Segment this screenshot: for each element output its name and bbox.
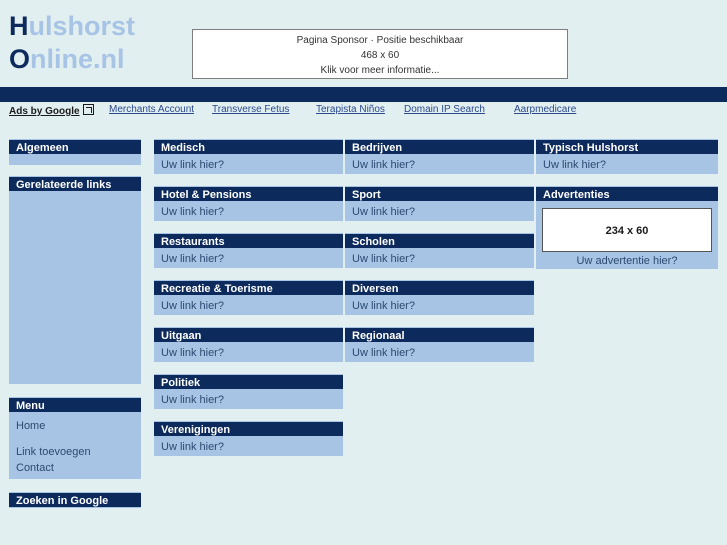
- category-heading-regionaal: Regionaal: [345, 327, 534, 343]
- placeholder-link-politiek[interactable]: Uw link hier?: [161, 393, 343, 408]
- sidebar-heading-menu: Menu: [9, 397, 141, 413]
- category-block-hotel-pensions: Hotel & Pensions Uw link hier?: [154, 186, 343, 221]
- site-logo[interactable]: Hulshorst Online.nl: [9, 10, 135, 76]
- category-block-recreatie-toerisme: Recreatie & Toerisme Uw link hier?: [154, 280, 343, 315]
- category-heading-medisch: Medisch: [154, 139, 343, 155]
- category-block-scholen: Scholen Uw link hier?: [345, 233, 534, 268]
- sidebar-section-gerelateerde-links: Gerelateerde links: [9, 176, 141, 384]
- category-heading-restaurants: Restaurants: [154, 233, 343, 249]
- category-body-restaurants: Uw link hier?: [154, 249, 343, 268]
- category-body-hotel-pensions: Uw link hier?: [154, 202, 343, 221]
- category-heading-verenigingen: Verenigingen: [154, 421, 343, 437]
- category-heading-typisch-hulshorst: Typisch Hulshorst: [536, 139, 718, 155]
- placeholder-link-verenigingen[interactable]: Uw link hier?: [161, 440, 343, 455]
- category-body-bedrijven: Uw link hier?: [345, 155, 534, 174]
- ad-link-aarpmedicare[interactable]: Aarpmedicare: [514, 104, 576, 115]
- left-sidebar: Algemeen Gerelateerde links Menu Home Li…: [9, 139, 141, 508]
- category-body-politiek: Uw link hier?: [154, 390, 343, 409]
- category-heading-politiek: Politiek: [154, 374, 343, 390]
- placeholder-link-uitgaan[interactable]: Uw link hier?: [161, 346, 343, 361]
- category-block-politiek: Politiek Uw link hier?: [154, 374, 343, 409]
- category-body-typisch-hulshorst: Uw link hier?: [536, 155, 718, 174]
- sponsor-line-1: Pagina Sponsor · Positie beschikbaar: [296, 35, 464, 46]
- category-body-medisch: Uw link hier?: [154, 155, 343, 174]
- ad-banner-caption[interactable]: Uw advertentie hier?: [542, 252, 712, 269]
- ad-banner-placeholder[interactable]: 234 x 60: [542, 208, 712, 252]
- ad-link-transverse-fetus[interactable]: Transverse Fetus: [212, 104, 289, 115]
- navy-divider-bar: [0, 87, 727, 102]
- category-body-scholen: Uw link hier?: [345, 249, 534, 268]
- category-block-typisch-hulshorst: Typisch Hulshorst Uw link hier?: [536, 139, 718, 174]
- category-body-regionaal: Uw link hier?: [345, 343, 534, 362]
- category-body-uitgaan: Uw link hier?: [154, 343, 343, 362]
- sidebar-heading-zoeken-in-google: Zoeken in Google: [9, 492, 141, 508]
- logo-text-hulshorst: ulshorst: [28, 11, 136, 41]
- category-block-medisch: Medisch Uw link hier?: [154, 139, 343, 174]
- category-heading-scholen: Scholen: [345, 233, 534, 249]
- category-block-diversen: Diversen Uw link hier?: [345, 280, 534, 315]
- placeholder-link-scholen[interactable]: Uw link hier?: [352, 252, 534, 267]
- sidebar-item-home[interactable]: Home: [16, 418, 141, 434]
- ads-by-google-text: Ads by Google: [9, 106, 80, 117]
- category-heading-diversen: Diversen: [345, 280, 534, 296]
- category-heading-bedrijven: Bedrijven: [345, 139, 534, 155]
- sponsor-line-2: 468 x 60: [360, 50, 400, 61]
- placeholder-link-sport[interactable]: Uw link hier?: [352, 205, 534, 220]
- ad-link-domain-ip-search[interactable]: Domain IP Search: [404, 104, 485, 115]
- category-block-regionaal: Regionaal Uw link hier?: [345, 327, 534, 362]
- ad-link-terapista-ninos[interactable]: Terapista Niños: [316, 104, 385, 115]
- placeholder-link-typisch-hulshorst[interactable]: Uw link hier?: [543, 158, 718, 173]
- category-heading-sport: Sport: [345, 186, 534, 202]
- category-block-uitgaan: Uitgaan Uw link hier?: [154, 327, 343, 362]
- ad-link-merchants-account[interactable]: Merchants Account: [109, 104, 194, 115]
- ads-by-google-label[interactable]: Ads by Google: [9, 104, 94, 117]
- category-column-3: Typisch Hulshorst Uw link hier? Adverten…: [536, 139, 718, 281]
- category-body-diversen: Uw link hier?: [345, 296, 534, 315]
- placeholder-link-bedrijven[interactable]: Uw link hier?: [352, 158, 534, 173]
- category-block-bedrijven: Bedrijven Uw link hier?: [345, 139, 534, 174]
- category-column-1: Medisch Uw link hier? Hotel & Pensions U…: [154, 139, 343, 468]
- category-column-2: Bedrijven Uw link hier? Sport Uw link hi…: [345, 139, 534, 374]
- logo-text-online: nline.nl: [30, 44, 125, 74]
- sidebar-section-menu: Menu Home Link toevoegen Contact: [9, 397, 141, 479]
- sidebar-section-zoeken-in-google: Zoeken in Google: [9, 492, 141, 508]
- sidebar-body-gerelateerde-links: [9, 192, 141, 384]
- menu-spacer: [16, 434, 141, 444]
- category-block-restaurants: Restaurants Uw link hier?: [154, 233, 343, 268]
- placeholder-link-medisch[interactable]: Uw link hier?: [161, 158, 343, 173]
- sidebar-section-algemeen: Algemeen: [9, 139, 141, 165]
- category-body-verenigingen: Uw link hier?: [154, 437, 343, 456]
- sidebar-item-link-toevoegen[interactable]: Link toevoegen: [16, 444, 141, 460]
- category-heading-recreatie-toerisme: Recreatie & Toerisme: [154, 280, 343, 296]
- category-block-sport: Sport Uw link hier?: [345, 186, 534, 221]
- category-heading-uitgaan: Uitgaan: [154, 327, 343, 343]
- sidebar-item-contact[interactable]: Contact: [16, 460, 141, 476]
- sidebar-heading-gerelateerde-links: Gerelateerde links: [9, 176, 141, 192]
- placeholder-link-diversen[interactable]: Uw link hier?: [352, 299, 534, 314]
- google-ads-bar: Ads by Google Merchants Account Transver…: [0, 104, 727, 120]
- sidebar-body-menu: Home Link toevoegen Contact: [9, 413, 141, 479]
- category-heading-hotel-pensions: Hotel & Pensions: [154, 186, 343, 202]
- advertenties-block: Advertenties 234 x 60 Uw advertentie hie…: [536, 186, 718, 269]
- category-body-recreatie-toerisme: Uw link hier?: [154, 296, 343, 315]
- sponsor-line-3: Klik voor meer informatie...: [320, 65, 440, 76]
- placeholder-link-regionaal[interactable]: Uw link hier?: [352, 346, 534, 361]
- sidebar-body-algemeen: [9, 155, 141, 165]
- page-header: Hulshorst Online.nl Pagina Sponsor · Pos…: [0, 0, 727, 86]
- advertenties-heading: Advertenties: [536, 186, 718, 202]
- external-link-icon: [82, 104, 94, 115]
- placeholder-link-recreatie-toerisme[interactable]: Uw link hier?: [161, 299, 343, 314]
- sponsor-banner[interactable]: Pagina Sponsor · Positie beschikbaar 468…: [192, 29, 568, 79]
- category-body-sport: Uw link hier?: [345, 202, 534, 221]
- logo-letter-h: H: [9, 11, 29, 41]
- advertenties-body: 234 x 60 Uw advertentie hier?: [536, 202, 718, 269]
- sidebar-heading-algemeen: Algemeen: [9, 139, 141, 155]
- placeholder-link-hotel-pensions[interactable]: Uw link hier?: [161, 205, 343, 220]
- logo-letter-o: O: [9, 44, 31, 74]
- category-block-verenigingen: Verenigingen Uw link hier?: [154, 421, 343, 456]
- placeholder-link-restaurants[interactable]: Uw link hier?: [161, 252, 343, 267]
